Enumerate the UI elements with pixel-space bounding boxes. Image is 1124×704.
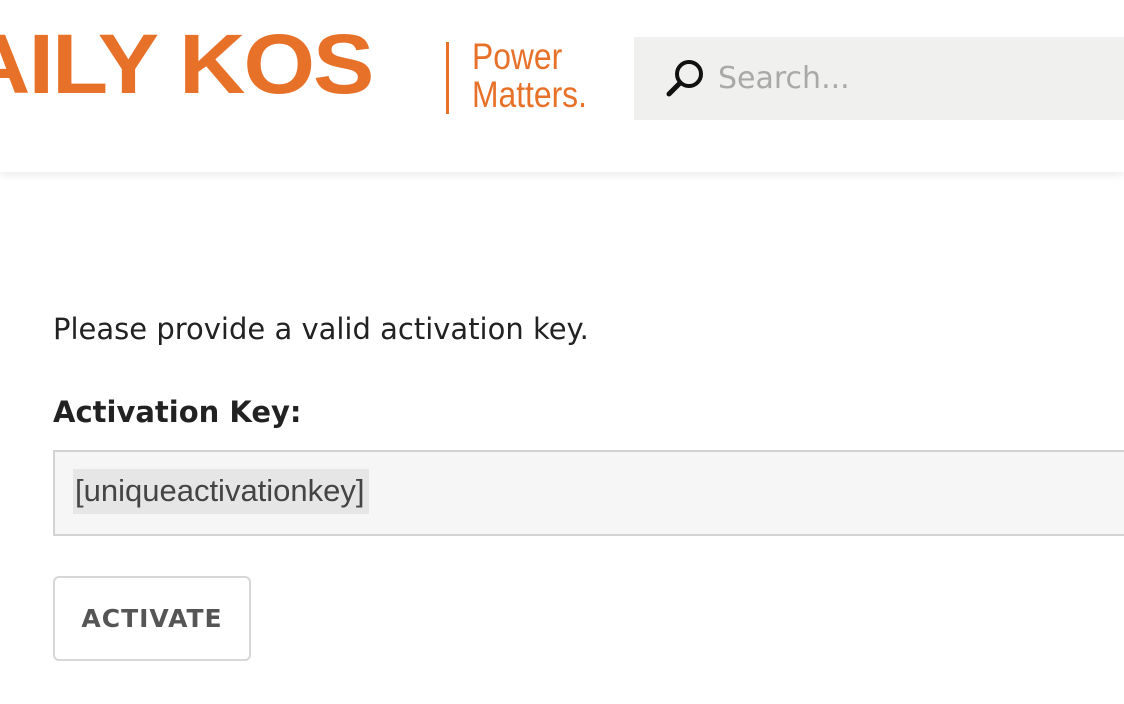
logo-divider: [446, 42, 449, 114]
search-icon[interactable]: [664, 56, 708, 100]
activation-key-value: [uniqueactivationkey]: [73, 469, 369, 514]
tagline-line-1: Power: [472, 36, 563, 77]
logo-wordmark: AILY KOS: [0, 17, 374, 112]
logo-tagline: Power Matters.: [472, 38, 587, 114]
site-logo[interactable]: AILY KOS Power Matters.: [0, 0, 620, 172]
activation-key-label: Activation Key:: [53, 395, 302, 429]
tagline-line-2: Matters.: [472, 74, 587, 115]
page: AILY KOS Power Matters. Please provide a…: [0, 0, 1124, 704]
activation-message: Please provide a valid activation key.: [53, 312, 589, 346]
activate-button[interactable]: ACTIVATE: [53, 576, 251, 661]
site-header: AILY KOS Power Matters.: [0, 0, 1124, 172]
activation-key-field[interactable]: [uniqueactivationkey]: [53, 450, 1124, 536]
search-input[interactable]: [718, 52, 1118, 104]
